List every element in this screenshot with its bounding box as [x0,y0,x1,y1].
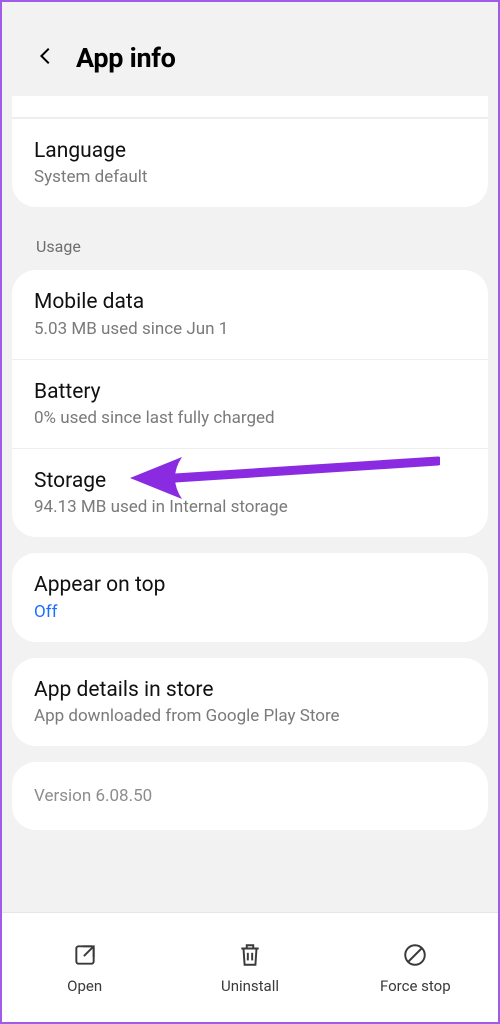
storage-title: Storage [34,467,466,495]
storage-item[interactable]: Storage 94.13 MB used in Internal storag… [12,448,488,537]
appear-on-top-title: Appear on top [34,571,466,599]
appear-on-top-item[interactable]: Appear on top Off [12,553,488,641]
app-details-in-store-item[interactable]: App details in store App downloaded from… [12,658,488,746]
app-details-title: App details in store [34,676,466,704]
open-icon [71,941,99,969]
bottom-action-bar: Open Uninstall Force stop [2,912,498,1022]
mobile-data-title: Mobile data [34,288,466,316]
uninstall-label: Uninstall [221,977,279,995]
mobile-data-subtitle: 5.03 MB used since Jun 1 [34,319,466,339]
language-title: Language [34,137,466,165]
language-subtitle: System default [34,167,466,187]
open-button[interactable]: Open [2,913,167,1022]
battery-title: Battery [34,378,466,406]
uninstall-button[interactable]: Uninstall [167,913,332,1022]
language-item[interactable]: Language System default [12,118,488,207]
usage-section-label: Usage [12,223,488,258]
appear-on-top-subtitle: Off [34,602,466,622]
open-label: Open [67,977,102,995]
page-title: App info [76,42,176,74]
battery-subtitle: 0% used since last fully charged [34,408,466,428]
force-stop-button[interactable]: Force stop [333,913,498,1022]
trash-icon [236,941,264,969]
truncated-previous-item [12,96,488,118]
mobile-data-item[interactable]: Mobile data 5.03 MB used since Jun 1 [12,270,488,358]
app-details-subtitle: App downloaded from Google Play Store [34,706,466,726]
back-button[interactable] [26,38,66,78]
force-stop-label: Force stop [380,977,451,995]
back-icon [35,45,57,71]
force-stop-icon [401,941,429,969]
battery-item[interactable]: Battery 0% used since last fully charged [12,359,488,448]
version-label: Version 6.08.50 [12,762,488,830]
storage-subtitle: 94.13 MB used in Internal storage [34,497,466,517]
